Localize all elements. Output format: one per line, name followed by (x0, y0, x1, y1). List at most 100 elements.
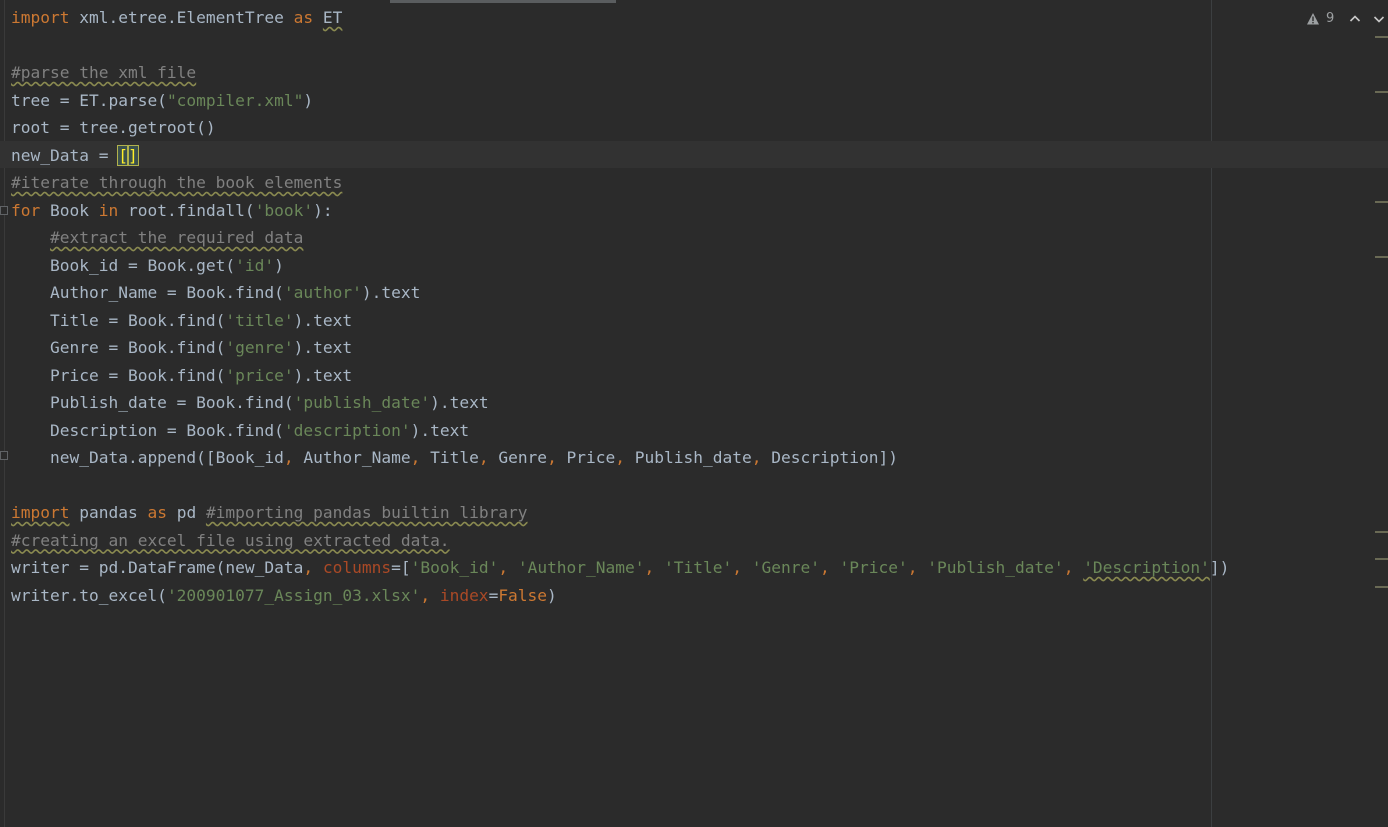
code-line[interactable]: writer = pd.DataFrame(new_Data, columns=… (11, 554, 1229, 582)
code-token (11, 228, 50, 247)
code-token: '200901077_Assign_03.xlsx' (167, 586, 420, 605)
code-token: Publish_date (625, 448, 752, 467)
error-stripe-mark[interactable] (1375, 531, 1388, 533)
code-token: ).text (411, 421, 469, 440)
code-line[interactable]: Price = Book.find('price').text (11, 362, 1229, 390)
code-token: as (294, 8, 314, 27)
code-token (742, 558, 752, 577)
code-line[interactable] (11, 32, 1229, 60)
code-token: index (440, 586, 489, 605)
code-editor[interactable]: import xml.etree.ElementTree as ET #pars… (0, 0, 1388, 827)
code-token: #parse the xml file (11, 63, 196, 82)
fold-end-icon[interactable] (0, 451, 8, 460)
code-token (1073, 558, 1083, 577)
code-line[interactable]: Title = Book.find('title').text (11, 307, 1229, 335)
code-line[interactable]: #iterate through the book elements (11, 169, 1229, 197)
inspection-widget[interactable]: 9 (1306, 11, 1386, 26)
code-line[interactable]: new_Data.append([Book_id, Author_Name, T… (11, 444, 1229, 472)
code-token: , (645, 558, 655, 577)
code-token: False (498, 586, 547, 605)
code-token: in (99, 201, 119, 220)
code-token: 'Author_Name' (518, 558, 645, 577)
code-token (430, 586, 440, 605)
code-line[interactable]: Book_id = Book.get('id') (11, 252, 1229, 280)
code-token: pd (167, 503, 206, 522)
code-token: 'title' (225, 311, 293, 330)
code-token: , (498, 558, 508, 577)
code-line[interactable]: Publish_date = Book.find('publish_date')… (11, 389, 1229, 417)
code-token: , (547, 448, 557, 467)
code-token: 'book' (255, 201, 313, 220)
code-token: #importing pandas builtin library (206, 503, 528, 522)
code-line[interactable]: Author_Name = Book.find('author').text (11, 279, 1229, 307)
code-area[interactable]: import xml.etree.ElementTree as ET #pars… (11, 4, 1229, 609)
code-token: #extract the required data (50, 228, 303, 247)
code-token: Genre (489, 448, 547, 467)
error-stripe-mark[interactable] (1375, 201, 1388, 203)
error-stripe-mark[interactable] (1375, 36, 1388, 38)
code-token: Price (557, 448, 615, 467)
code-line[interactable]: #parse the xml file (11, 59, 1229, 87)
code-line[interactable]: import xml.etree.ElementTree as ET (11, 4, 1229, 32)
code-line[interactable]: writer.to_excel('200901077_Assign_03.xls… (11, 582, 1229, 610)
code-line[interactable]: Genre = Book.find('genre').text (11, 334, 1229, 362)
code-line[interactable]: Description = Book.find('description').t… (11, 417, 1229, 445)
code-token: writer.to_excel( (11, 586, 167, 605)
code-token: 'publish_date' (294, 393, 430, 412)
code-token: Price = Book.find( (11, 366, 225, 385)
code-token: Book (40, 201, 98, 220)
error-stripe-mark[interactable] (1375, 91, 1388, 93)
code-line[interactable]: tree = ET.parse("compiler.xml") (11, 87, 1229, 115)
code-token: xml.etree.ElementTree (69, 8, 293, 27)
code-token: 'Genre' (752, 558, 820, 577)
code-token: Author_Name = Book.find( (11, 283, 284, 302)
code-token: ]) (1210, 558, 1230, 577)
code-token: , (303, 558, 313, 577)
code-token: root.findall( (118, 201, 254, 220)
code-line[interactable]: #extract the required data (11, 224, 1229, 252)
code-token: for (11, 201, 40, 220)
code-token: columns (323, 558, 391, 577)
code-token: new_Data = (11, 146, 118, 165)
error-stripe-mark[interactable] (1375, 586, 1388, 588)
code-token: Title (420, 448, 478, 467)
code-token: = (489, 586, 499, 605)
code-token: as (147, 503, 167, 522)
code-token: Book_id = Book.get( (11, 256, 235, 275)
code-token: , (411, 448, 421, 467)
code-token: pandas (69, 503, 147, 522)
code-token: , (420, 586, 430, 605)
code-token: 'Price' (840, 558, 908, 577)
code-line[interactable]: #creating an excel file using extracted … (11, 527, 1229, 555)
horizontal-scrollbar-thumb[interactable] (390, 0, 616, 3)
code-token: , (284, 448, 294, 467)
code-token: 'Publish_date' (927, 558, 1063, 577)
code-token (508, 558, 518, 577)
code-line[interactable]: root = tree.getroot() (11, 114, 1229, 142)
fold-start-icon[interactable] (0, 206, 8, 215)
code-token: ).text (362, 283, 420, 302)
code-line[interactable]: for Book in root.findall('book'): (11, 197, 1229, 225)
code-token: ).text (294, 311, 352, 330)
error-stripe-mark[interactable] (1375, 558, 1388, 560)
matched-bracket: ] (128, 146, 138, 165)
error-stripe-mark[interactable] (1375, 256, 1388, 258)
code-token: ) (547, 586, 557, 605)
code-token: , (752, 448, 762, 467)
code-token: ) (274, 256, 284, 275)
code-token (830, 558, 840, 577)
chevron-up-icon[interactable] (1348, 12, 1362, 26)
code-token: import (11, 503, 69, 522)
code-token: Description = Book.find( (11, 421, 284, 440)
code-line[interactable] (11, 472, 1229, 500)
code-token: tree = ET.parse( (11, 91, 167, 110)
warning-count: 9 (1326, 11, 1334, 26)
code-token: Genre = Book.find( (11, 338, 225, 357)
code-token: 'Description' (1083, 558, 1210, 577)
code-token: ET (323, 8, 343, 27)
warning-icon (1306, 12, 1320, 26)
code-line[interactable]: new_Data = [] (11, 142, 1229, 170)
code-token: 'Book_id' (411, 558, 499, 577)
chevron-down-icon[interactable] (1372, 12, 1386, 26)
code-line[interactable]: import pandas as pd #importing pandas bu… (11, 499, 1229, 527)
